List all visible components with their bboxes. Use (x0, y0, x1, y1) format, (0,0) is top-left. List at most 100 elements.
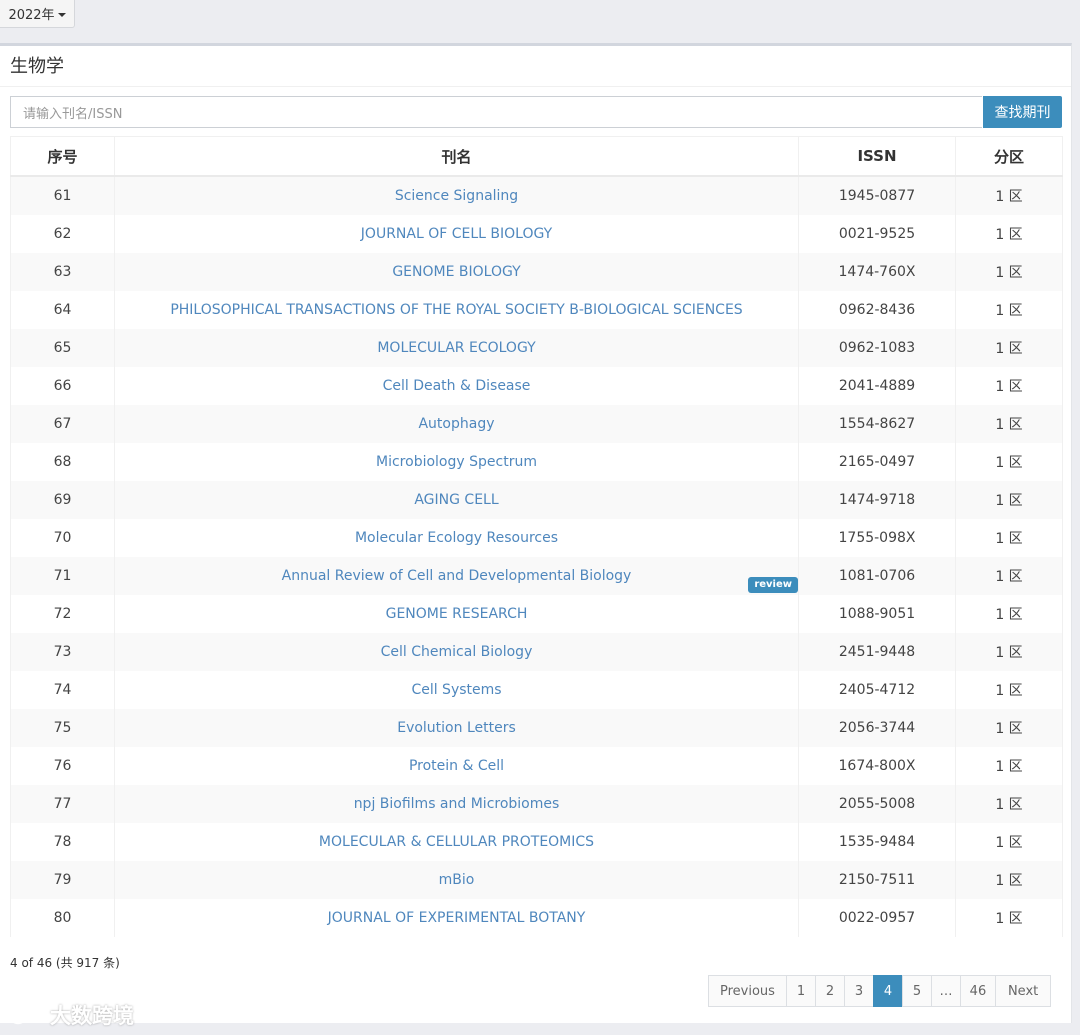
issn-cell: 2165-0497 (798, 443, 956, 481)
journal-title-link-text[interactable]: Annual Review of Cell and Developmental … (282, 568, 632, 584)
row-number-text: 71 (53, 568, 72, 584)
journal-title-link[interactable]: Protein & Cell (114, 747, 799, 785)
journal-title-link[interactable]: Cell Chemical Biology (114, 633, 799, 671)
pagination-page[interactable]: 2 (814, 975, 845, 1007)
search-input[interactable]: 请输入刊名/ISSN (10, 96, 982, 128)
zone-cell: 1 区 (955, 367, 1063, 405)
pagination-page-active[interactable]: 4 (872, 975, 903, 1007)
column-header-issn[interactable]: ISSN (798, 136, 956, 177)
row-number: 61 (10, 176, 115, 215)
zone-cell: 1 区 (955, 443, 1063, 481)
journal-title-link[interactable]: MOLECULAR ECOLOGY (114, 329, 799, 367)
table-row: 77 npj Biofilms and Microbiomes 2055-5008 1… (10, 785, 1063, 823)
journal-title-link[interactable]: AGING CELL (114, 481, 799, 519)
journal-title-link-text[interactable]: Microbiology Spectrum (376, 454, 537, 470)
journal-title-link-text[interactable]: MOLECULAR & CELLULAR PROTEOMICS (319, 834, 594, 850)
zone-cell-text: 1 区 (995, 531, 1023, 547)
pagination-page[interactable]: 3 (843, 975, 874, 1007)
table-row: 79 mBio 2150-7511 1 区 (10, 861, 1063, 899)
journal-title-link[interactable]: Autophagy (114, 405, 799, 443)
journal-title-link[interactable]: Evolution Letters (114, 709, 799, 747)
pagination-page[interactable]: 1 (785, 975, 816, 1007)
journal-title-link[interactable]: npj Biofilms and Microbiomes (114, 785, 799, 823)
issn-cell-text: 0962-8436 (838, 302, 916, 318)
divider (0, 86, 1071, 87)
pagination-previous[interactable]: Previous (708, 975, 787, 1007)
column-header-zone[interactable]: 分区 (955, 136, 1063, 177)
column-header-name[interactable]: 刊名 (114, 136, 799, 177)
journal-title-link-text[interactable]: Evolution Letters (397, 720, 516, 736)
review-badge: review (748, 577, 798, 593)
zone-cell: 1 区 (955, 785, 1063, 823)
column-header-no[interactable]: 序号 (10, 136, 115, 177)
journal-title-link-text[interactable]: MOLECULAR ECOLOGY (377, 340, 535, 356)
issn-cell: 0021-9525 (798, 215, 956, 253)
journal-title-link-text[interactable]: Molecular Ecology Resources (355, 530, 558, 546)
journal-title-link-text[interactable]: mBio (439, 872, 475, 888)
row-number: 68 (10, 443, 115, 481)
row-number-text: 76 (53, 758, 72, 774)
journal-title-link[interactable]: GENOME RESEARCH (114, 595, 799, 633)
row-number-text: 78 (53, 834, 72, 850)
table-row: 80 JOURNAL OF EXPERIMENTAL BOTANY 0022-095… (10, 899, 1063, 937)
zone-cell: 1 区 (955, 557, 1063, 595)
zone-cell: 1 区 (955, 747, 1063, 785)
table-row: 73 Cell Chemical Biology 2451-9448 1 区 (10, 633, 1063, 671)
zone-cell-text: 1 区 (995, 721, 1023, 737)
journal-title-link-text[interactable]: AGING CELL (414, 492, 498, 508)
journal-title-link[interactable]: Annual Review of Cell and Developmental … (114, 557, 799, 595)
row-number-text: 72 (53, 606, 72, 622)
journal-title-link[interactable]: GENOME BIOLOGY (114, 253, 799, 291)
journal-title-link[interactable]: mBio (114, 861, 799, 899)
issn-cell-text: 0022-0957 (838, 910, 916, 926)
journal-title-link-text[interactable]: Cell Death & Disease (383, 378, 531, 394)
journal-title-link-text[interactable]: Cell Systems (411, 682, 501, 698)
row-number: 74 (10, 671, 115, 709)
table-row: 75 Evolution Letters 2056-3744 1 区 (10, 709, 1063, 747)
table-row: 71 Annual Review of Cell and Developmenta… (10, 557, 1063, 595)
row-number: 71 (10, 557, 115, 595)
journal-title-link[interactable]: Cell Systems (114, 671, 799, 709)
pagination-page[interactable]: 5 (901, 975, 932, 1007)
issn-cell-text: 2041-4889 (838, 378, 916, 394)
row-number-text: 63 (53, 264, 72, 280)
journal-title-link-text[interactable]: JOURNAL OF CELL BIOLOGY (361, 226, 552, 242)
journal-title-link-text[interactable]: GENOME BIOLOGY (392, 264, 520, 280)
issn-cell: 0962-8436 (798, 291, 956, 329)
zone-cell: 1 区 (955, 519, 1063, 557)
table-row: 64 PHILOSOPHICAL TRANSACTIONS OF THE ROYA… (10, 291, 1063, 329)
journal-title-link[interactable]: JOURNAL OF EXPERIMENTAL BOTANY (114, 899, 799, 937)
search-button[interactable]: 查找期刊 (983, 96, 1062, 128)
journal-title-link-text[interactable]: Science Signaling (395, 188, 518, 204)
zone-cell: 1 区 (955, 405, 1063, 443)
journal-title-link[interactable]: Microbiology Spectrum (114, 443, 799, 481)
pagination-next[interactable]: Next (994, 975, 1052, 1007)
journal-title-link-text[interactable]: GENOME RESEARCH (386, 606, 528, 622)
pagination-ellipsis: … (930, 975, 961, 1007)
journal-title-link-text[interactable]: Cell Chemical Biology (381, 644, 533, 660)
journal-title-link[interactable]: JOURNAL OF CELL BIOLOGY (114, 215, 799, 253)
year-dropdown[interactable]: 2022年 (0, 0, 75, 28)
zone-cell-text: 1 区 (995, 303, 1023, 319)
journal-title-link[interactable]: Science Signaling (114, 176, 799, 215)
zone-cell: 1 区 (955, 291, 1063, 329)
journal-title-link-text[interactable]: Autophagy (418, 416, 494, 432)
journal-title-link[interactable]: Molecular Ecology Resources (114, 519, 799, 557)
journal-title-link-text[interactable]: Protein & Cell (409, 758, 504, 774)
table-row: 61 Science Signaling 1945-0877 1 区 (10, 176, 1063, 215)
issn-cell: 1554-8627 (798, 405, 956, 443)
row-number-text: 66 (53, 378, 72, 394)
zone-cell-text: 1 区 (995, 645, 1023, 661)
zone-cell: 1 区 (955, 595, 1063, 633)
journal-title-link[interactable]: Cell Death & Disease (114, 367, 799, 405)
journal-title-link[interactable]: MOLECULAR & CELLULAR PROTEOMICS (114, 823, 799, 861)
journal-title-link-text[interactable]: npj Biofilms and Microbiomes (354, 796, 560, 812)
journal-title-link-text[interactable]: PHILOSOPHICAL TRANSACTIONS OF THE ROYAL … (170, 302, 742, 318)
issn-cell-text: 2451-9448 (838, 644, 916, 660)
pagination-page[interactable]: 46 (959, 975, 996, 1007)
watermark-logo-icon (8, 1005, 44, 1025)
journal-title-link-text[interactable]: JOURNAL OF EXPERIMENTAL BOTANY (328, 910, 586, 926)
journal-title-link[interactable]: PHILOSOPHICAL TRANSACTIONS OF THE ROYAL … (114, 291, 799, 329)
row-number-text: 65 (53, 340, 72, 356)
row-number-text: 80 (53, 910, 72, 926)
